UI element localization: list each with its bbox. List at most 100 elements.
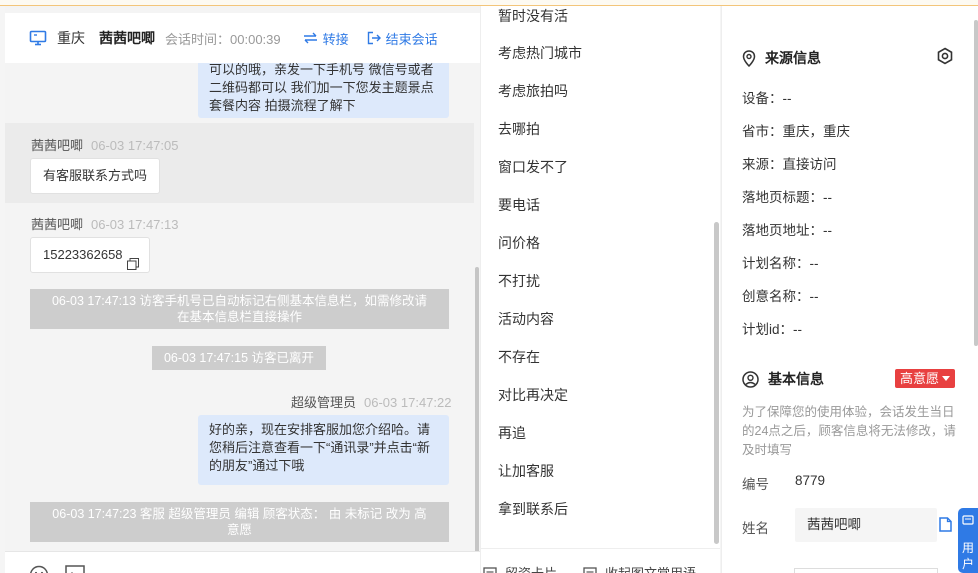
collapse-icon: [583, 566, 597, 573]
duration-value: 00:00:39: [230, 31, 281, 47]
transfer-icon: [303, 32, 317, 44]
image-icon[interactable]: [65, 565, 85, 573]
edit-doc-icon[interactable]: [939, 517, 952, 535]
settings-gear-icon[interactable]: [936, 47, 954, 68]
top-banner-edge: [0, 0, 978, 6]
visitor-info-panel: 来源信息 设备：-- 省市：重庆，重庆 来源：直接访问 落地页标题：-- 落地页…: [721, 0, 978, 573]
visitor-message-bubble: 15223362658: [30, 237, 150, 273]
notice-text: 意愿: [226, 523, 252, 537]
quick-reply-item[interactable]: 不打扰: [498, 271, 540, 291]
monitor-icon: [29, 29, 47, 47]
source-info-title: 来源信息: [742, 48, 821, 68]
card-icon: [483, 566, 497, 573]
visitor-city: 重庆: [57, 30, 85, 46]
next-field-box[interactable]: [794, 568, 938, 573]
quick-reply-item[interactable]: 考虑旅拍吗: [498, 81, 568, 101]
message-time: 06-03 17:47:22: [364, 395, 452, 410]
notice-text: 06-03 17:47:15 访客已离开: [163, 351, 315, 365]
quick-reply-item[interactable]: 考虑热门城市: [498, 43, 582, 63]
agent-message-bubble: 好的亲，现在安排客服加您介绍哈。请 您稍后注意查看一下“通讯录”并点击“新 的朋…: [198, 415, 449, 485]
transfer-label: 转接: [322, 31, 349, 47]
lead-card-label: 留资卡片: [505, 563, 557, 573]
notice-text: 在基本信息栏直接操作: [176, 310, 302, 324]
visitor-sender-row: 茜茜吧唧 06-03 17:47:05: [31, 135, 178, 154]
end-session-label: 结束会话: [385, 31, 438, 47]
id-label: 编号: [742, 477, 769, 492]
quick-reply-item[interactable]: 拿到联系后: [498, 499, 568, 519]
user-side-tab[interactable]: 用 户: [958, 508, 978, 573]
system-notice: 06-03 17:47:13 访客手机号已自动标记右侧基本信息栏，如需修改请 在…: [30, 289, 449, 329]
lead-card-button[interactable]: 留资卡片: [483, 563, 557, 573]
collapse-phrases-label: 收起图文常用语: [605, 563, 696, 573]
section-title-text: 基本信息: [768, 371, 824, 387]
chat-scrollbar[interactable]: [475, 267, 479, 553]
device-info: 设备：--: [742, 91, 792, 106]
plan-id-info: 计划id：--: [742, 322, 802, 337]
section-title-text: 来源信息: [765, 50, 821, 66]
system-notice: 06-03 17:47:15 访客已离开: [152, 346, 326, 370]
quick-reply-footer: 留资卡片 收起图文常用语: [481, 548, 720, 573]
message-text: 套餐内容 拍摄流程了解下: [209, 98, 356, 113]
intent-level-label: 高意愿: [900, 371, 940, 386]
creative-name-info: 创意名称：--: [742, 289, 819, 304]
chat-panel: 可以的哦，亲发一下手机号 微信号或者 二维码都可以 我们加一下您发主题景点 套餐…: [5, 5, 480, 573]
collapse-phrases-button[interactable]: 收起图文常用语: [583, 563, 696, 573]
transfer-button[interactable]: 转接: [303, 29, 349, 48]
landing-url-info: 落地页地址：--: [742, 223, 832, 238]
agent-sender-row: 超级管理员 06-03 17:47:22: [291, 392, 451, 411]
quick-reply-item[interactable]: 不存在: [498, 347, 540, 367]
user-icon: [742, 370, 759, 388]
chat-input-toolbar: [5, 551, 480, 573]
location-pin-icon: [742, 49, 756, 67]
visitor-sender-row: 茜茜吧唧 06-03 17:47:13: [31, 214, 178, 233]
message-time: 06-03 17:47:05: [91, 138, 179, 153]
quick-reply-item[interactable]: 去哪拍: [498, 119, 540, 139]
sender-name: 茜茜吧唧: [31, 217, 84, 232]
chat-header: 重庆 茜茜吧唧 会话时间：00:00:39 转接 结束会话: [5, 13, 480, 63]
caret-down-icon: [942, 375, 951, 381]
copy-icon[interactable]: [126, 249, 139, 283]
system-notice: 06-03 17:47:23 客服 超级管理员 编辑 顾客状态： 由 未标记 改…: [30, 502, 449, 542]
quick-reply-item[interactable]: 活动内容: [498, 309, 554, 329]
quick-reply-item[interactable]: 暂时没有活: [498, 6, 568, 26]
message-time: 06-03 17:47:13: [91, 217, 179, 232]
quick-reply-scrollbar[interactable]: [714, 222, 719, 544]
quick-reply-item[interactable]: 要电话: [498, 195, 540, 215]
exit-icon: [367, 31, 381, 45]
notice-text: 06-03 17:47:23 客服 超级管理员 编辑 顾客状态： 由 未标记 改…: [52, 507, 427, 521]
landing-title-info: 落地页标题：--: [742, 190, 832, 205]
id-value: 8779: [795, 473, 826, 488]
quick-reply-item[interactable]: 让加客服: [498, 461, 554, 481]
session-duration: 会话时间：00:00:39: [165, 29, 281, 48]
duration-label: 会话时间：: [165, 31, 231, 47]
end-session-button[interactable]: 结束会话: [367, 29, 438, 48]
edit-notice: 为了保障您的使用体验，会话发生当日的24点之后，顾客信息将无法修改，请及时填写: [742, 405, 956, 457]
sender-name: 茜茜吧唧: [31, 138, 84, 153]
agent-message-bubble: 可以的哦，亲发一下手机号 微信号或者 二维码都可以 我们加一下您发主题景点 套餐…: [198, 55, 449, 118]
info-panel-scrollbar[interactable]: [974, 20, 978, 346]
sender-name: 超级管理员: [291, 395, 357, 410]
side-tab-text: 户: [962, 557, 975, 571]
side-tab-text: 用: [962, 541, 975, 555]
message-text: 二维码都可以 我们加一下您发主题景点: [209, 80, 434, 95]
intent-level-dropdown[interactable]: 高意愿: [895, 369, 956, 388]
message-text: 您稍后注意查看一下“通讯录”并点击“新: [209, 440, 430, 455]
province-info: 省市：重庆，重庆: [742, 124, 850, 139]
message-text: 的朋友”通过下哦: [209, 458, 305, 473]
message-text: 好的亲，现在安排客服加您介绍哈。请: [209, 422, 431, 437]
quick-reply-panel: 暂时没有活 考虑热门城市 考虑旅拍吗 去哪拍 窗口发不了 要电话 问价格 不打扰…: [480, 0, 720, 573]
quick-reply-item[interactable]: 窗口发不了: [498, 157, 568, 177]
quick-reply-item[interactable]: 问价格: [498, 233, 540, 253]
source-info: 来源：直接访问: [742, 157, 837, 172]
quick-reply-item[interactable]: 再追: [498, 423, 526, 443]
phone-number-text: 15223362658: [43, 247, 123, 262]
emoji-icon[interactable]: [29, 565, 49, 573]
name-input[interactable]: 茜茜吧唧: [795, 508, 937, 542]
notice-text: 06-03 17:47:13 访客手机号已自动标记右侧基本信息栏，如需修改请: [51, 294, 428, 308]
visitor-name: 茜茜吧唧: [99, 30, 155, 46]
name-label: 姓名: [742, 521, 769, 536]
message-text: 可以的哦，亲发一下手机号 微信号或者: [209, 62, 434, 77]
quick-reply-item[interactable]: 对比再决定: [498, 385, 568, 405]
side-tab-icon: [962, 514, 974, 528]
visitor-message-bubble: 有客服联系方式吗: [30, 158, 161, 194]
